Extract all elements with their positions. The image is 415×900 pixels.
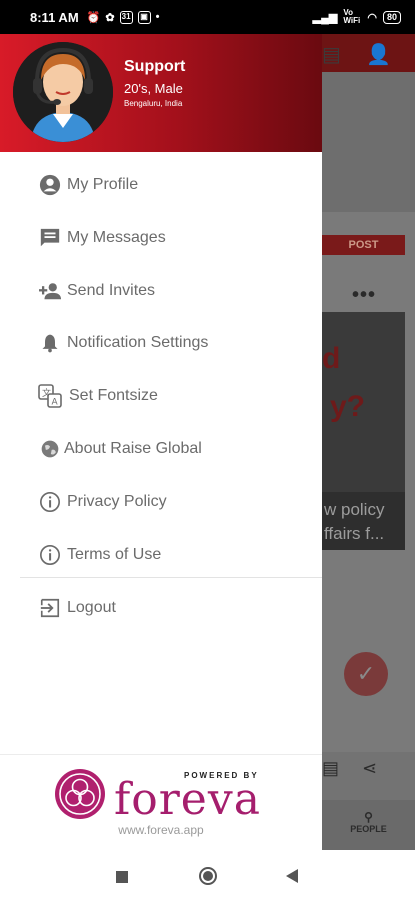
profile-meta: 20's, Male bbox=[124, 81, 183, 96]
status-bar: 8:11 AM ⏰ ✿ 31 ▣ • ▂▄▆ Vo WiFi ◠ 80 bbox=[0, 0, 415, 34]
battery-icon: 80 bbox=[382, 10, 401, 24]
menu-item-set-fontsize[interactable]: 文A Set Fontsize bbox=[0, 376, 322, 416]
profile-location: Bengaluru, India bbox=[124, 99, 183, 108]
menu-item-about-raise-global[interactable]: About Raise Global bbox=[0, 429, 322, 469]
brand-url[interactable]: www.foreva.app bbox=[0, 823, 322, 837]
menu-item-my-profile[interactable]: My Profile bbox=[0, 165, 322, 205]
caption-text: w policy ffairs f... bbox=[324, 500, 385, 543]
drawer-header: Support 20's, Male Bengaluru, India bbox=[0, 34, 322, 152]
check-icon: ✓ bbox=[344, 652, 388, 696]
navigation-drawer: Support 20's, Male Bengaluru, India My P… bbox=[0, 34, 322, 850]
status-time: 8:11 AM bbox=[30, 9, 79, 25]
share-icon: ⋖ bbox=[362, 758, 378, 778]
menu-item-privacy-policy[interactable]: Privacy Policy bbox=[0, 482, 322, 522]
comment-icon: ▤ bbox=[322, 758, 340, 778]
home-button[interactable] bbox=[198, 866, 218, 891]
chat-icon: ▤ bbox=[322, 44, 341, 66]
foreva-logo-icon bbox=[55, 769, 105, 819]
account-circle-icon bbox=[38, 173, 62, 197]
system-navigation-bar bbox=[0, 850, 415, 900]
translate-icon: 文A bbox=[38, 384, 62, 408]
menu-item-label: Set Fontsize bbox=[69, 387, 158, 404]
menu-item-terms-of-use[interactable]: Terms of Use bbox=[0, 535, 322, 575]
status-right: ▂▄▆ Vo WiFi ◠ 80 bbox=[313, 9, 401, 25]
drawer-footer: POWERED BY foreva www.foreva.app bbox=[0, 754, 322, 850]
brand-name: foreva bbox=[114, 774, 261, 825]
background-caption: w policy ffairs f... bbox=[322, 492, 405, 550]
add-person-icon: 👤 bbox=[366, 44, 391, 66]
menu-item-label: Privacy Policy bbox=[67, 493, 167, 510]
signal-icon: ▂▄▆ bbox=[312, 11, 338, 24]
menu-item-label: Logout bbox=[67, 599, 116, 616]
menu-item-my-messages[interactable]: My Messages bbox=[0, 218, 322, 258]
calendar-icon: 31 bbox=[119, 10, 133, 24]
menu-divider bbox=[20, 577, 322, 578]
wifi-icon: ◠ bbox=[367, 11, 377, 24]
image-text-2: y? bbox=[330, 390, 366, 423]
menu-item-label: My Messages bbox=[67, 229, 166, 246]
bell-icon bbox=[38, 331, 62, 355]
profile-name: Support bbox=[124, 58, 186, 75]
menu-item-send-invites[interactable]: Send Invites bbox=[0, 271, 322, 311]
menu-item-label: Terms of Use bbox=[67, 546, 162, 563]
support-agent-avatar bbox=[13, 42, 113, 142]
logout-icon bbox=[38, 596, 62, 620]
background-people-tab: ⚲ PEOPLE bbox=[322, 800, 415, 850]
svg-text:A: A bbox=[52, 398, 59, 408]
settings-icon: ✿ bbox=[105, 11, 115, 24]
menu-item-label: My Profile bbox=[67, 176, 139, 193]
message-icon bbox=[38, 226, 62, 250]
back-button[interactable] bbox=[286, 869, 298, 888]
person-add-icon bbox=[38, 279, 62, 303]
dot-icon: • bbox=[155, 11, 160, 23]
people-icon: ⚲ bbox=[364, 810, 373, 824]
alarm-icon: ⏰ bbox=[86, 11, 101, 24]
menu-item-label: Send Invites bbox=[67, 282, 156, 299]
menu-item-logout[interactable]: Logout bbox=[0, 588, 322, 628]
gallery-icon: ▣ bbox=[137, 10, 151, 24]
recent-apps-button[interactable] bbox=[116, 870, 128, 888]
avatar[interactable] bbox=[13, 42, 113, 142]
vowifi-label: Vo WiFi bbox=[343, 8, 361, 25]
globe-icon bbox=[38, 437, 62, 461]
status-icons: ⏰ ✿ 31 ▣ • bbox=[86, 10, 160, 24]
menu-item-label: Notification Settings bbox=[67, 334, 209, 351]
menu-item-label: About Raise Global bbox=[64, 440, 202, 457]
background-post-button: POST bbox=[322, 235, 405, 255]
image-text-1: d bbox=[322, 342, 341, 375]
footer-divider bbox=[0, 754, 322, 755]
menu-item-notification-settings[interactable]: Notification Settings bbox=[0, 323, 322, 363]
info-icon bbox=[38, 490, 62, 514]
info-icon bbox=[38, 543, 62, 567]
people-label: PEOPLE bbox=[350, 824, 387, 834]
background-post-image: d y? bbox=[322, 312, 405, 492]
more-icon: ••• bbox=[352, 284, 377, 306]
